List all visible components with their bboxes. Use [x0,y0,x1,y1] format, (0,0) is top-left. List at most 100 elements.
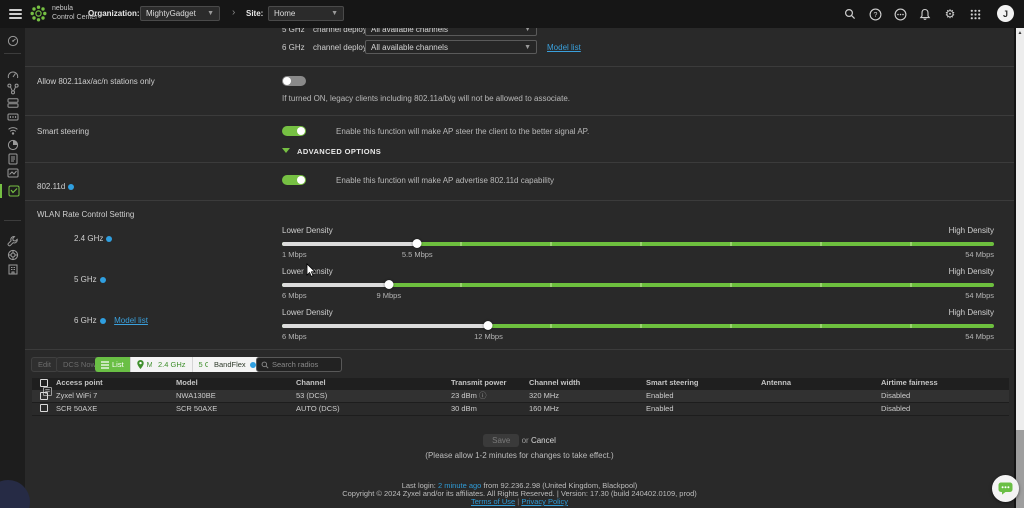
model-list-link[interactable]: Model list [547,43,581,52]
section-divider [25,200,1014,201]
slider-track-lower[interactable] [282,242,417,246]
sidebar-item-dashboard[interactable] [0,68,25,82]
bandflex-button[interactable]: BandFlex [208,357,262,372]
sidebar-item-organization[interactable] [0,262,25,276]
smart-steering-toggle[interactable] [282,126,306,136]
terms-of-use-link[interactable]: Terms of Use [471,497,515,506]
col-transmit-power[interactable]: Transmit power [451,378,529,387]
cell-smart-steering: Enabled [646,391,761,400]
sidebar-item-usage[interactable] [0,138,25,152]
organization-label: Organization: [88,9,140,18]
lower-density-label: Lower Density [282,267,333,276]
info-icon[interactable] [250,362,256,368]
cell-access-point[interactable]: Zyxel WiFi 7 [56,391,176,400]
bandflex-label: BandFlex [214,360,246,369]
cell-transmit-power: 30 dBm [451,404,529,413]
sidebar-item-devices[interactable] [0,96,25,110]
table-row[interactable]: Zyxel WiFi 7 NWA130BE 53 (DCS) 23 dBm ⓘ … [32,390,1009,403]
cancel-link[interactable]: Cancel [531,436,556,445]
allow-legacy-helper: If turned ON, legacy clients including 8… [282,94,570,103]
sidebar-item-reports[interactable] [0,152,25,166]
col-smart-steering[interactable]: Smart steering [646,378,761,387]
help-icon[interactable]: ? [868,7,882,21]
user-avatar[interactable]: J [997,5,1014,22]
search-icon[interactable] [843,7,857,21]
channel-deployment-5ghz-select[interactable]: All available channels ▼ [365,28,537,36]
search-radios-input[interactable] [272,360,336,369]
cell-smart-steering: Enabled [646,404,761,413]
save-button[interactable]: Save [483,434,519,447]
band-24ghz-filter-button[interactable]: 2.4 GHz [152,357,192,372]
col-model[interactable]: Model [176,378,296,387]
allow-legacy-toggle[interactable] [282,76,306,86]
dot11d-toggle[interactable] [282,175,306,185]
cell-channel: AUTO (DCS) [296,404,451,413]
dot11d-helper: Enable this function will make AP advert… [336,176,554,185]
apps-grid-icon[interactable] [968,7,982,21]
info-icon[interactable] [100,277,106,283]
sidebar-item-support[interactable] [0,248,25,262]
row-checkbox[interactable] [40,392,48,400]
site-select[interactable]: Home ▼ [268,6,344,21]
sidebar-divider [4,53,21,54]
list-icon [101,361,109,369]
section-divider [25,66,1014,67]
top-bar: nebula Control Center Organization: Migh… [0,0,1024,28]
model-list-link[interactable]: Model list [114,316,148,325]
row-checkbox[interactable] [40,404,48,412]
feedback-icon[interactable] [893,7,907,21]
sidebar-item-configure-active[interactable] [0,184,25,198]
table-header-row: Access point Model Channel Transmit powe… [32,378,1009,390]
slider-min-label: 6 Mbps [282,332,307,341]
sidebar-item-switch[interactable] [0,110,25,124]
chat-bubble-icon [998,482,1013,495]
slider-handle[interactable] [413,239,422,248]
sidebar-item-site-health[interactable] [0,34,25,48]
slider-current-label: 5.5 Mbps [402,250,433,259]
save-cancel-row: Save or Cancel [25,434,1014,447]
col-channel[interactable]: Channel [296,378,451,387]
select-all-checkbox[interactable] [40,379,48,387]
list-view-button[interactable]: List [95,357,130,372]
sidebar-item-monitor[interactable] [0,166,25,180]
sidebar-item-topology[interactable] [0,82,25,96]
slider-band-6ghz: 6 GHz Model list [74,310,148,328]
list-view-label: List [112,360,124,369]
menu-icon[interactable] [9,9,22,19]
section-divider [25,115,1014,116]
chevron-down-icon: ▼ [524,44,531,51]
vertical-scrollbar[interactable]: ▲ [1016,28,1024,508]
slider-handle[interactable] [484,321,493,330]
privacy-policy-link[interactable]: Privacy Policy [521,497,568,506]
info-icon[interactable] [100,318,106,324]
channel-deployment-5ghz-value: All available channels [371,28,448,34]
info-icon[interactable] [68,184,74,190]
col-antenna[interactable]: Antenna [761,378,881,387]
legal-links-line: Terms of Use | Privacy Policy [25,497,1014,506]
edit-button[interactable]: Edit [31,357,58,372]
live-chat-button[interactable] [992,475,1019,502]
settings-gear-icon[interactable]: ⚙ [943,7,957,21]
scrollbar-up-arrow[interactable]: ▲ [1016,28,1024,38]
organization-select[interactable]: MightyGadget ▼ [140,6,220,21]
sidebar-item-maintenance[interactable] [0,234,25,248]
slider-handle[interactable] [384,280,393,289]
table-row[interactable]: SCR 50AXE SCR 50AXE AUTO (DCS) 30 dBm 16… [32,403,1009,416]
sidebar-item-access-points[interactable] [0,124,25,138]
band-6ghz-label: 6 GHz [282,43,305,52]
scrollbar-thumb[interactable] [1016,38,1024,430]
notifications-bell-icon[interactable] [918,7,932,21]
triangle-down-icon [282,148,290,153]
slider-track-lower[interactable] [282,283,389,287]
cell-access-point[interactable]: SCR 50AXE [56,404,176,413]
advanced-options-toggle[interactable]: ADVANCED OPTIONS [282,141,381,159]
col-airtime-fairness[interactable]: Airtime fairness [881,378,1009,387]
transmit-power-info-icon[interactable]: ⓘ [479,391,487,400]
access-points-table: Access point Model Channel Transmit powe… [32,378,1009,416]
cell-transmit-power: 23 dBm ⓘ [451,390,529,401]
channel-deployment-6ghz-select[interactable]: All available channels ▼ [365,40,537,54]
col-channel-width[interactable]: Channel width [529,378,646,387]
info-icon[interactable] [106,236,112,242]
slider-track-lower[interactable] [282,324,488,328]
col-access-point[interactable]: Access point [56,378,176,387]
